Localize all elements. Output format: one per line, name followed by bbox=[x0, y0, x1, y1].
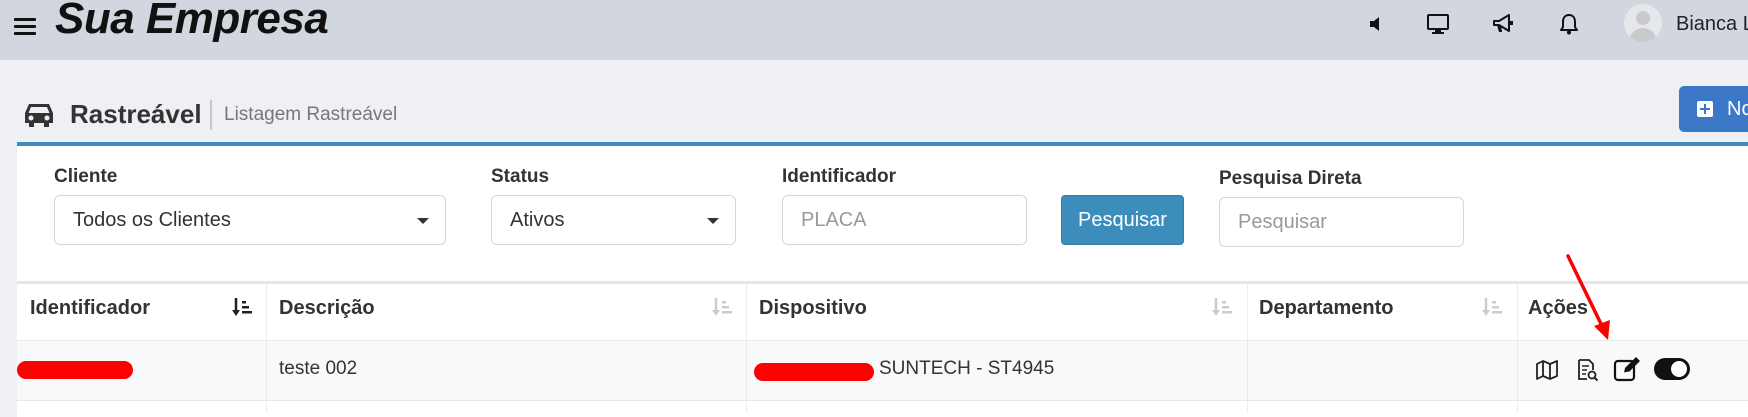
map-icon[interactable] bbox=[1534, 357, 1560, 383]
cliente-label: Cliente bbox=[54, 166, 118, 187]
column-divider bbox=[1517, 284, 1518, 413]
page-subtitle: Listagem Rastreável bbox=[224, 104, 398, 125]
cell-descricao: teste 002 bbox=[279, 358, 358, 379]
menu-icon[interactable] bbox=[14, 18, 36, 35]
user-name[interactable]: Bianca L bbox=[1676, 13, 1748, 36]
monitor-icon[interactable] bbox=[1424, 10, 1452, 38]
column-header-identificador[interactable]: Identificador bbox=[30, 297, 150, 320]
title-divider bbox=[210, 100, 212, 130]
pesquisa-direta-label: Pesquisa Direta bbox=[1219, 168, 1362, 189]
sort-icon[interactable] bbox=[1211, 296, 1233, 320]
megaphone-icon[interactable] bbox=[1489, 10, 1517, 38]
pesquisa-direta-input[interactable] bbox=[1219, 197, 1464, 247]
identificador-input[interactable] bbox=[782, 195, 1027, 245]
cell-dispositivo: SUNTECH - ST4945 bbox=[879, 358, 1055, 379]
column-header-departamento[interactable]: Departamento bbox=[1259, 297, 1393, 320]
table-header-border bbox=[17, 281, 1748, 284]
new-button-label: No bbox=[1727, 98, 1748, 120]
status-select-value: Ativos bbox=[510, 209, 565, 231]
search-button[interactable]: Pesquisar bbox=[1061, 195, 1184, 245]
cliente-select-value: Todos os Clientes bbox=[73, 209, 231, 231]
redacted-device-id bbox=[754, 363, 874, 381]
column-header-dispositivo[interactable]: Dispositivo bbox=[759, 297, 867, 320]
details-icon[interactable] bbox=[1575, 357, 1601, 383]
volume-icon[interactable] bbox=[1362, 10, 1390, 38]
car-icon bbox=[22, 99, 56, 129]
column-divider bbox=[266, 284, 267, 413]
top-navbar: Sua Empresa Bianca L bbox=[0, 0, 1748, 60]
status-label: Status bbox=[491, 166, 550, 187]
chevron-down-icon bbox=[417, 218, 429, 224]
avatar[interactable] bbox=[1624, 4, 1662, 42]
redacted-identificador bbox=[17, 361, 133, 379]
bell-icon[interactable] bbox=[1555, 10, 1583, 38]
status-toggle[interactable] bbox=[1654, 358, 1690, 380]
cliente-select[interactable]: Todos os Clientes bbox=[54, 195, 446, 245]
status-select[interactable]: Ativos bbox=[491, 195, 736, 245]
chevron-down-icon bbox=[707, 218, 719, 224]
column-divider bbox=[1247, 284, 1248, 413]
sort-icon[interactable] bbox=[1481, 296, 1503, 320]
new-button[interactable]: No bbox=[1679, 86, 1748, 132]
page-title: Rastreável bbox=[70, 99, 202, 129]
column-divider bbox=[746, 284, 747, 413]
column-header-descricao[interactable]: Descrição bbox=[279, 297, 375, 320]
sort-desc-icon[interactable] bbox=[231, 296, 253, 320]
sort-icon[interactable] bbox=[711, 296, 733, 320]
plus-icon bbox=[1697, 101, 1713, 117]
edit-icon[interactable] bbox=[1612, 354, 1642, 384]
annotation-arrow-icon bbox=[1566, 254, 1610, 340]
identificador-label: Identificador bbox=[782, 166, 897, 187]
brand-logo[interactable]: Sua Empresa bbox=[55, 0, 329, 44]
